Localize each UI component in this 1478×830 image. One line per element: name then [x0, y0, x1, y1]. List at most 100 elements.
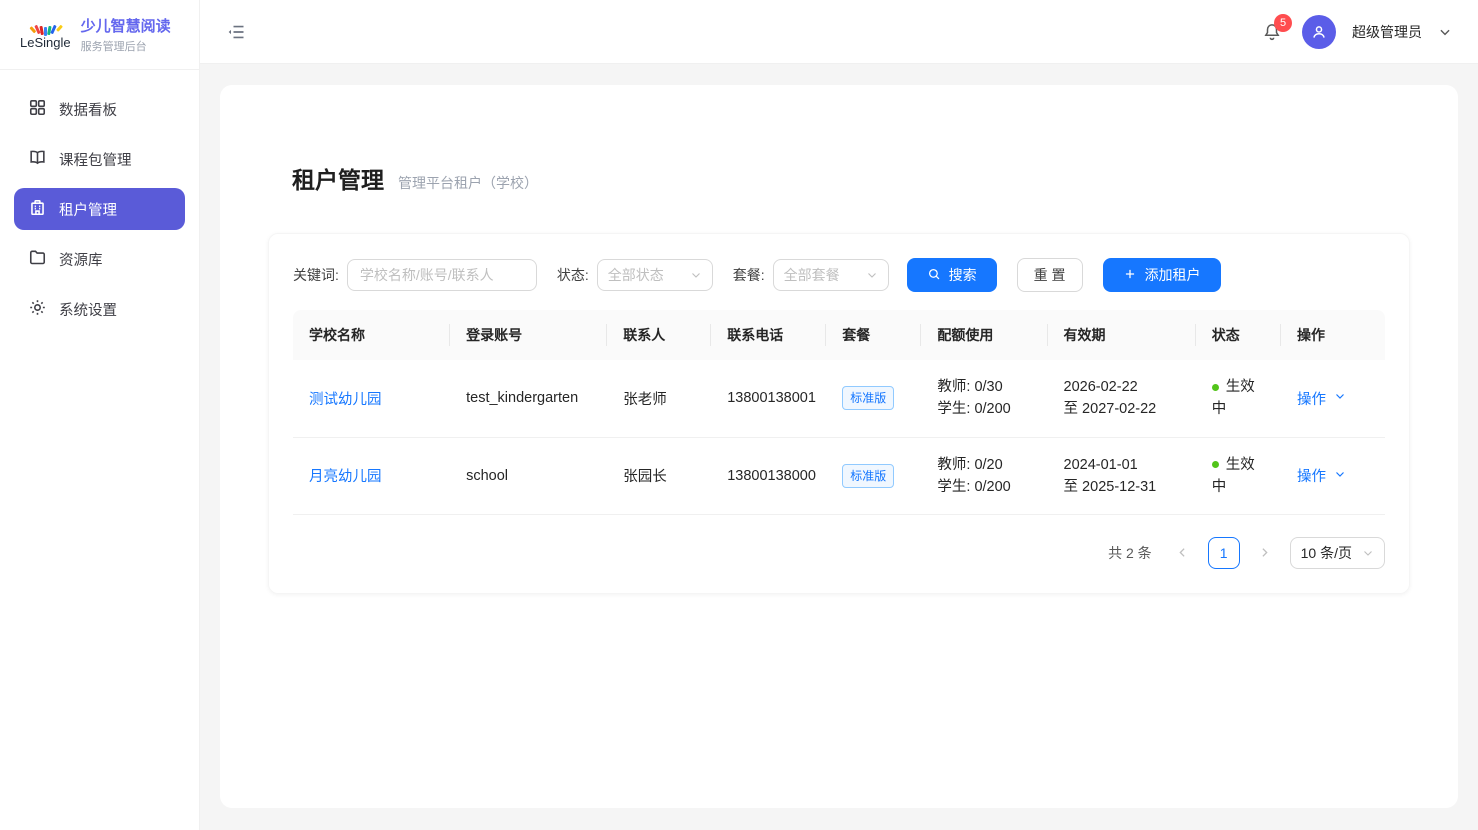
contact-cell: 张园长: [607, 437, 711, 514]
app-window: LeSingle 少儿智慧阅读 服务管理后台 数据看板 课程包管理: [0, 0, 1478, 830]
logo-color-arc-icon: [32, 20, 59, 34]
top-header: 5 超级管理员: [200, 0, 1478, 64]
school-name-link[interactable]: 测试幼儿园: [309, 392, 382, 408]
column-header-account: 登录账号: [450, 310, 607, 360]
validity-cell: 2026-02-22 至 2027-02-22: [1048, 360, 1196, 437]
sidebar-item-label: 课程包管理: [59, 149, 132, 170]
plus-icon: [1123, 267, 1137, 284]
current-user-name[interactable]: 超级管理员: [1352, 22, 1422, 42]
reset-button[interactable]: 重 置: [1017, 258, 1083, 292]
column-header-action: 操作: [1281, 310, 1385, 360]
page-number-button[interactable]: 1: [1208, 537, 1240, 569]
quota-teacher: 教师: 0/30: [937, 376, 1031, 398]
pagination-total: 共 2 条: [1108, 543, 1152, 563]
menu-fold-icon[interactable]: [222, 18, 250, 46]
chevron-down-icon: [690, 269, 702, 281]
logo-text: LeSingle: [20, 35, 71, 50]
page-card: 租户管理 管理平台租户（学校） 关键词: 状态: 全部状态: [220, 85, 1458, 808]
page-subtitle: 管理平台租户（学校）: [398, 173, 538, 193]
dashboard-icon: [28, 98, 47, 120]
quota-student: 学生: 0/200: [937, 398, 1031, 420]
chevron-down-icon: [1334, 468, 1346, 484]
column-header-plan: 套餐: [826, 310, 921, 360]
status-cell: 生效中: [1196, 360, 1281, 437]
table-row: 测试幼儿园 test_kindergarten 张老师 13800138001 …: [293, 360, 1385, 437]
keyword-label: 关键词:: [293, 265, 339, 285]
next-page-icon[interactable]: [1250, 538, 1280, 568]
header-right: 5 超级管理员: [1258, 15, 1452, 49]
action-label: 操作: [1297, 465, 1326, 486]
validity-end: 至 2025-12-31: [1064, 476, 1180, 498]
account-cell: test_kindergarten: [450, 360, 607, 437]
sidebar: LeSingle 少儿智慧阅读 服务管理后台 数据看板 课程包管理: [0, 0, 200, 830]
validity-start: 2026-02-22: [1064, 376, 1180, 398]
search-button[interactable]: 搜索: [907, 258, 997, 292]
row-action-dropdown[interactable]: 操作: [1297, 388, 1369, 409]
building-icon: [28, 198, 47, 220]
prev-page-icon[interactable]: [1168, 538, 1198, 568]
folder-icon: [28, 248, 47, 270]
column-header-quota: 配额使用: [921, 310, 1047, 360]
tenant-table: 学校名称 登录账号 联系人 联系电话 套餐 配额使用 有效期 状态 操作: [293, 310, 1385, 515]
table-row: 月亮幼儿园 school 张园长 13800138000 标准版 教师: 0/2…: [293, 437, 1385, 514]
page-size-value: 10 条/页: [1301, 543, 1352, 563]
main-area: 5 超级管理员 租户管理 管理平台租户（学校）: [200, 0, 1478, 830]
sidebar-item-tenant-management[interactable]: 租户管理: [14, 188, 185, 230]
plan-label: 套餐:: [733, 265, 765, 285]
brand-names: 少儿智慧阅读 服务管理后台: [81, 15, 171, 54]
page-title: 租户管理: [292, 161, 384, 195]
plan-badge: 标准版: [842, 386, 894, 410]
chevron-down-icon: [1362, 547, 1374, 559]
validity-end: 至 2027-02-22: [1064, 398, 1180, 420]
column-header-status: 状态: [1196, 310, 1281, 360]
quota-teacher: 教师: 0/20: [937, 454, 1031, 476]
plan-badge: 标准版: [842, 464, 894, 488]
validity-cell: 2024-01-01 至 2025-12-31: [1048, 437, 1196, 514]
gear-icon: [28, 298, 47, 320]
column-header-school: 学校名称: [293, 310, 450, 360]
pagination: 共 2 条 1 10 条/页: [293, 537, 1385, 569]
reset-button-label: 重 置: [1034, 265, 1066, 285]
book-icon: [28, 148, 47, 170]
column-header-validity: 有效期: [1048, 310, 1196, 360]
sidebar-item-course-packages[interactable]: 课程包管理: [14, 138, 185, 180]
keyword-input[interactable]: [347, 259, 537, 291]
chevron-down-icon: [866, 269, 878, 281]
search-button-label: 搜索: [949, 265, 977, 285]
account-cell: school: [450, 437, 607, 514]
status-select-value: 全部状态: [608, 265, 664, 285]
status-cell: 生效中: [1196, 437, 1281, 514]
school-name-link[interactable]: 月亮幼儿园: [309, 469, 382, 485]
notification-bell-icon[interactable]: 5: [1258, 18, 1286, 46]
status-label: 状态:: [557, 265, 589, 285]
page-size-select[interactable]: 10 条/页: [1290, 537, 1385, 569]
add-tenant-button-label: 添加租户: [1145, 265, 1201, 285]
sidebar-item-label: 租户管理: [59, 199, 117, 220]
quota-student: 学生: 0/200: [937, 476, 1031, 498]
status-select[interactable]: 全部状态: [597, 259, 713, 291]
status-dot-icon: [1212, 384, 1219, 391]
quota-cell: 教师: 0/30 学生: 0/200: [921, 360, 1047, 437]
content-area: 租户管理 管理平台租户（学校） 关键词: 状态: 全部状态: [200, 64, 1478, 830]
action-label: 操作: [1297, 388, 1326, 409]
phone-cell: 13800138001: [711, 360, 826, 437]
sidebar-nav: 数据看板 课程包管理 租户管理 资源库: [0, 70, 199, 348]
sidebar-item-dashboard[interactable]: 数据看板: [14, 88, 185, 130]
plan-select[interactable]: 全部套餐: [773, 259, 889, 291]
chevron-down-icon: [1334, 390, 1346, 406]
sidebar-item-label: 系统设置: [59, 299, 117, 320]
chevron-down-icon[interactable]: [1438, 25, 1452, 39]
sidebar-item-system-settings[interactable]: 系统设置: [14, 288, 185, 330]
add-tenant-button[interactable]: 添加租户: [1103, 258, 1221, 292]
brand-subtitle: 服务管理后台: [81, 38, 171, 54]
phone-cell: 13800138000: [711, 437, 826, 514]
table-panel: 关键词: 状态: 全部状态 套餐: 全部套餐: [268, 233, 1410, 594]
page-head: 租户管理 管理平台租户（学校）: [292, 161, 1410, 195]
brand: LeSingle 少儿智慧阅读 服务管理后台: [0, 0, 199, 70]
search-icon: [927, 267, 941, 284]
notification-badge: 5: [1274, 14, 1292, 32]
avatar[interactable]: [1302, 15, 1336, 49]
sidebar-item-resource-library[interactable]: 资源库: [14, 238, 185, 280]
filter-bar: 关键词: 状态: 全部状态 套餐: 全部套餐: [293, 258, 1385, 292]
row-action-dropdown[interactable]: 操作: [1297, 465, 1369, 486]
